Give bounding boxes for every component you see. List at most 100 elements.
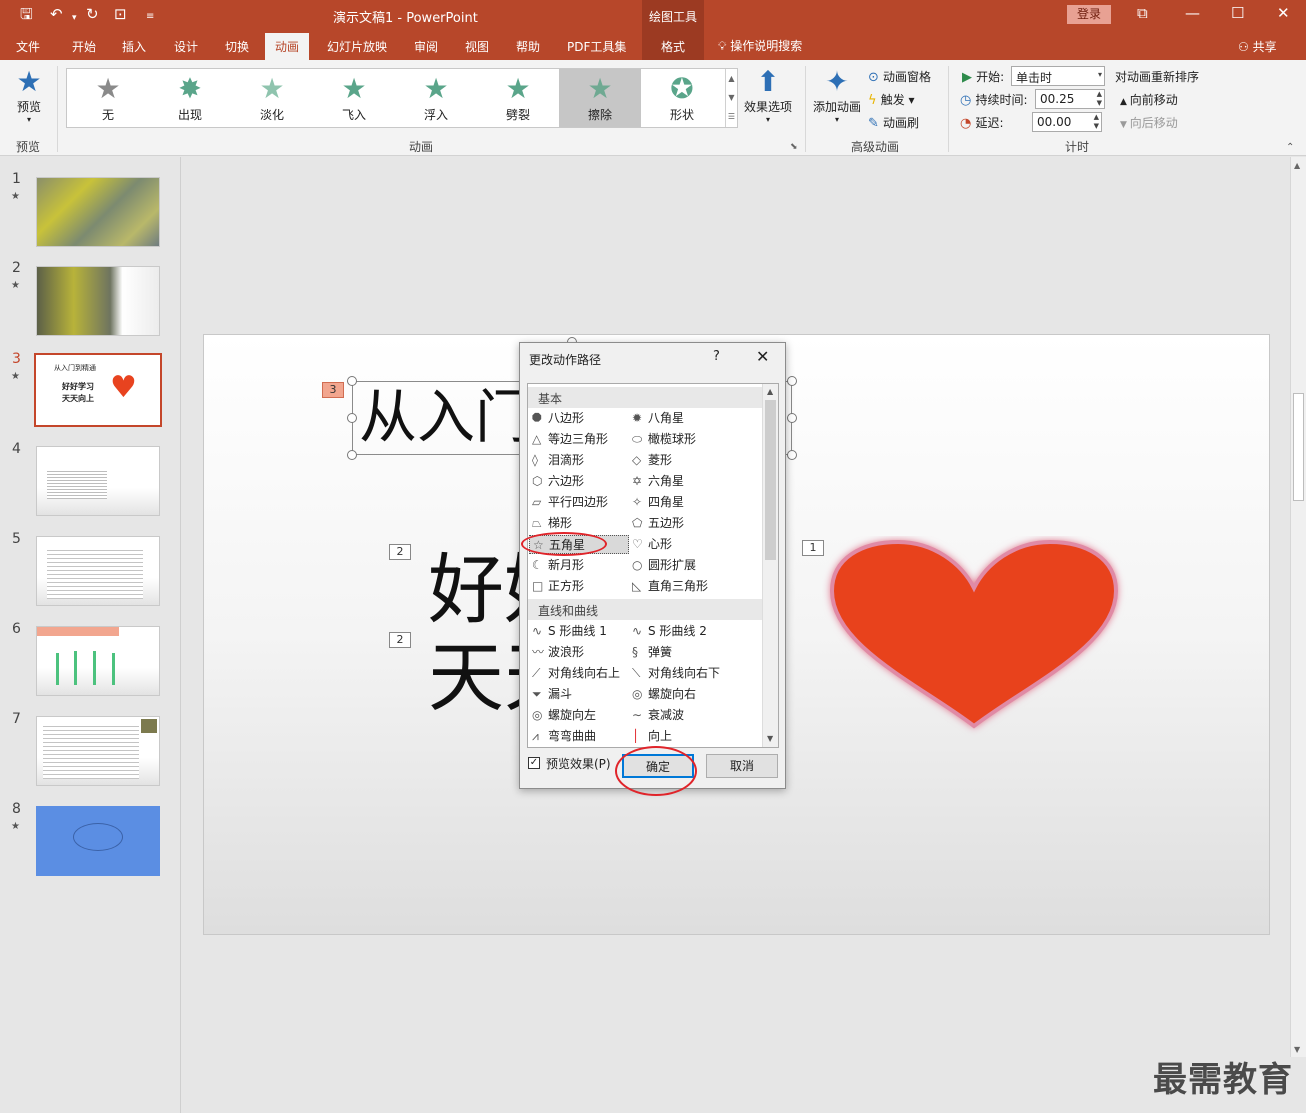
share-button[interactable]: ⚇ 共享 (1238, 38, 1277, 55)
scroll-up-icon[interactable]: ▲ (767, 387, 773, 396)
animation-tag[interactable]: 3 (322, 382, 344, 398)
resize-handle[interactable] (787, 376, 797, 386)
move-later-button[interactable]: ▼ 向后移动 (1120, 114, 1178, 131)
gallery-split[interactable]: ★ 劈裂 (477, 69, 559, 127)
path-spring[interactable]: § 弹簧 (632, 643, 672, 662)
gallery-float-in[interactable]: ★ 浮入 (395, 69, 477, 127)
undo-dropdown-icon[interactable]: ▾ (72, 9, 77, 27)
cancel-button[interactable]: 取消 (706, 754, 778, 778)
minimize-icon[interactable]: — (1185, 4, 1200, 22)
login-button[interactable]: 登录 (1067, 5, 1111, 24)
redo-icon[interactable]: ↻ (86, 5, 99, 23)
resize-handle[interactable] (347, 450, 357, 460)
slide-thumbnail-2[interactable] (36, 266, 160, 336)
tell-me-search[interactable]: 💡︎ 操作说明搜索 (718, 37, 802, 54)
gallery-scroll[interactable]: ▲ ▼ ☰ (725, 69, 737, 127)
path-funnel[interactable]: ⏷ 漏斗 (532, 685, 572, 704)
tab-animations[interactable]: 动画 (265, 33, 310, 60)
path-square[interactable]: □ 正方形 (532, 577, 584, 596)
delay-stepper[interactable]: 00.00 ▲ ▼ (1032, 112, 1102, 132)
gallery-wipe[interactable]: ★ 擦除 (559, 69, 641, 127)
animation-tag[interactable]: 2 (389, 544, 411, 560)
stepper-arrows-icon[interactable]: ▲ ▼ (1094, 113, 1099, 131)
path-diagonal-up-right[interactable]: ⟋ 对角线向右上 (532, 664, 620, 683)
scroll-up-icon[interactable]: ▲ (726, 69, 737, 88)
dialog-launcher-icon[interactable]: ⬊ (790, 142, 798, 152)
scroll-down-icon[interactable]: ▼ (1294, 1045, 1300, 1054)
customize-toolbar-icon[interactable]: ≡ (146, 8, 154, 26)
scrollbar-thumb[interactable] (1293, 393, 1304, 501)
path-up[interactable]: │ 向上 (632, 727, 672, 746)
start-select[interactable]: 单击时 ▾ (1011, 66, 1105, 86)
gallery-fade[interactable]: ★ 淡化 (231, 69, 313, 127)
animation-painter-button[interactable]: ✎ 动画刷 (868, 114, 919, 131)
gallery-fly-in[interactable]: ★ 飞入 (313, 69, 395, 127)
vertical-scrollbar[interactable]: ▲ ▼ (1290, 157, 1306, 1057)
path-triangle[interactable]: △ 等边三角形 (532, 430, 608, 449)
tab-transitions[interactable]: 切换 (225, 38, 249, 55)
tab-insert[interactable]: 插入 (122, 38, 146, 55)
path-diagonal-down-right[interactable]: ⟍ 对角线向右下 (632, 664, 720, 683)
list-scrollbar[interactable]: ▲ ▼ (762, 384, 778, 747)
scroll-up-icon[interactable]: ▲ (1294, 161, 1300, 170)
ribbon-display-icon[interactable]: ⧉ (1137, 4, 1148, 22)
animation-tag[interactable]: 1 (802, 540, 824, 556)
path-spiral-right[interactable]: ◎ 螺旋向右 (632, 685, 696, 704)
path-wave[interactable]: 〰波浪形 (532, 643, 584, 662)
slide-thumbnail-8[interactable] (36, 806, 160, 876)
path-spiral-left[interactable]: ◎ 螺旋向左 (532, 706, 596, 725)
path-circle[interactable]: ○ 圆形扩展 (632, 556, 696, 575)
start-from-beginning-icon[interactable]: ⊡ (114, 5, 127, 23)
scroll-down-icon[interactable]: ▼ (767, 734, 773, 743)
add-animation-button[interactable]: ✦ 添加动画 ▾ (810, 66, 864, 125)
path-heart[interactable]: ♡ 心形 (632, 535, 672, 554)
tab-home[interactable]: 开始 (72, 38, 96, 55)
tab-pdf-tools[interactable]: PDF工具集 (567, 38, 626, 55)
path-pentagon[interactable]: ⬠ 五边形 (632, 514, 684, 533)
maximize-icon[interactable]: ☐ (1231, 4, 1244, 22)
gallery-appear[interactable]: ✸ 出现 (149, 69, 231, 127)
gallery-shape[interactable]: ✪ 形状 (641, 69, 723, 127)
slide-thumbnail-5[interactable] (36, 536, 160, 606)
animation-tag[interactable]: 2 (389, 632, 411, 648)
stepper-arrows-icon[interactable]: ▲ ▼ (1097, 90, 1102, 108)
resize-handle[interactable] (787, 413, 797, 423)
resize-handle[interactable] (347, 376, 357, 386)
save-icon[interactable]: 🖫 (20, 5, 33, 23)
path-parallelogram[interactable]: ▱ 平行四边形 (532, 493, 608, 512)
preview-effect-checkbox[interactable]: ✓ (528, 757, 540, 769)
tab-file[interactable]: 文件 (16, 38, 40, 55)
move-earlier-button[interactable]: ▲ 向前移动 (1120, 91, 1178, 108)
help-button[interactable]: ? (713, 349, 720, 364)
slide-thumbnail-3[interactable]: 从入门到精通 好好学习 天天向上 ♥ (34, 353, 162, 427)
slide-thumbnail-7[interactable] (36, 716, 160, 786)
undo-icon[interactable]: ↶ (50, 5, 63, 23)
trigger-button[interactable]: ϟ 触发 ▾ (868, 91, 915, 108)
tab-help[interactable]: 帮助 (516, 38, 540, 55)
path-crescent-moon[interactable]: ☾ 新月形 (532, 556, 584, 575)
tab-slideshow[interactable]: 幻灯片放映 (327, 38, 387, 55)
animation-pane-button[interactable]: ⊙ 动画窗格 (868, 68, 931, 85)
slide-thumbnail-6[interactable] (36, 626, 160, 696)
preview-button[interactable]: ★ 预览 ▾ (12, 66, 46, 125)
collapse-ribbon-icon[interactable]: ⌃ (1286, 142, 1294, 153)
tab-format[interactable]: 格式 (642, 30, 704, 60)
path-s-curve-1[interactable]: ∿ S 形曲线 1 (532, 622, 607, 641)
tab-view[interactable]: 视图 (465, 38, 489, 55)
effect-options-button[interactable]: ⬆ 效果选项 ▾ (742, 66, 794, 125)
gallery-none[interactable]: ★ 无 (67, 69, 149, 127)
path-s-curve-2[interactable]: ∿ S 形曲线 2 (632, 622, 707, 641)
tab-review[interactable]: 审阅 (414, 38, 438, 55)
path-diamond[interactable]: ◇ 菱形 (632, 451, 672, 470)
path-teardrop[interactable]: ◊ 泪滴形 (532, 451, 584, 470)
path-6-point-star[interactable]: ✡ 六角星 (632, 472, 684, 491)
path-decaying-wave[interactable]: ∼ 衰减波 (632, 706, 684, 725)
resize-handle[interactable] (347, 413, 357, 423)
heart-shape[interactable] (822, 536, 1128, 736)
path-octagon[interactable]: ⯃ 八边形 (532, 409, 584, 428)
close-icon[interactable]: ✕ (756, 347, 769, 366)
duration-stepper[interactable]: 00.25 ▲ ▼ (1035, 89, 1105, 109)
path-right-triangle[interactable]: ◺ 直角三角形 (632, 577, 708, 596)
slide-thumbnail-1[interactable] (36, 177, 160, 247)
path-8-point-star[interactable]: ✹ 八角星 (632, 409, 684, 428)
